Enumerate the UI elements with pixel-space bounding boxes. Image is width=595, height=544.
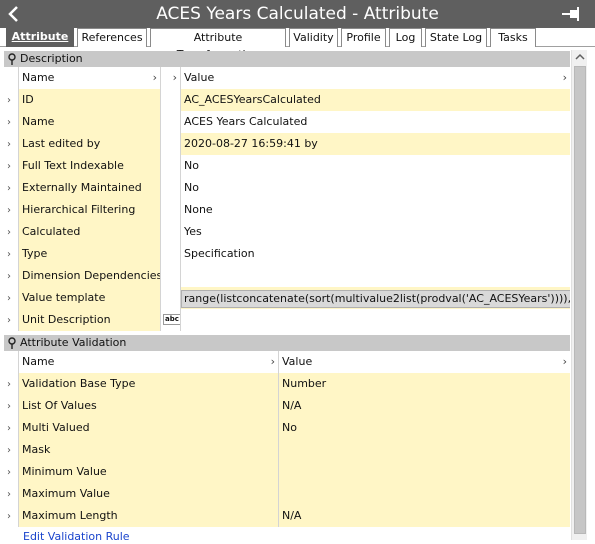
tab-attribute-transformation[interactable]: Attribute Transformation — [150, 28, 286, 61]
expand-icon[interactable]: › — [4, 133, 18, 155]
tab-validity[interactable]: Validity — [289, 28, 338, 47]
scrollbar-thumb[interactable] — [574, 66, 586, 534]
scroll-up-icon[interactable] — [572, 50, 588, 64]
tab-profile[interactable]: Profile — [341, 28, 386, 47]
table-row[interactable]: › ID AC_ACESYearsCalculated — [4, 89, 570, 111]
expand-icon[interactable]: › — [4, 395, 18, 417]
expand-icon[interactable]: › — [4, 243, 18, 265]
edit-validation-rule-link[interactable]: Edit Validation Rule — [23, 530, 130, 540]
table-row[interactable]: › Calculated Yes — [4, 221, 570, 243]
column-header-value[interactable]: Value › — [180, 67, 570, 89]
column-header-name[interactable]: Name › — [18, 351, 278, 373]
chevron-right-icon[interactable]: › — [563, 67, 567, 89]
expand-icon[interactable]: › — [4, 199, 18, 221]
pushpin-icon[interactable] — [7, 337, 17, 350]
validation-section-title: Attribute Validation — [20, 336, 127, 349]
column-header-type[interactable]: › — [160, 67, 180, 89]
expand-icon[interactable]: › — [4, 89, 18, 111]
tab-references[interactable]: References — [77, 28, 147, 47]
table-row[interactable]: › Externally Maintained No — [4, 177, 570, 199]
tab-tasks[interactable]: Tasks — [490, 28, 536, 47]
chevron-right-icon[interactable]: › — [271, 351, 275, 373]
expand-icon[interactable]: › — [4, 111, 18, 133]
expand-icon[interactable]: › — [4, 177, 18, 199]
pushpin-icon[interactable] — [7, 53, 17, 66]
expand-icon[interactable]: › — [4, 483, 18, 505]
table-row[interactable]: › Minimum Value — [4, 461, 570, 483]
table-row[interactable]: › Dimension Dependencies — [4, 265, 570, 287]
table-row[interactable]: › Multi Valued No — [4, 417, 570, 439]
window-title: ACES Years Calculated - Attribute — [156, 4, 439, 24]
tab-log[interactable]: Log — [389, 28, 422, 47]
chevron-right-icon[interactable]: › — [153, 67, 157, 89]
expand-icon[interactable]: › — [4, 373, 18, 395]
tab-attribute[interactable]: Attribute — [6, 27, 74, 47]
tab-bar: Attribute References Attribute Transform… — [0, 27, 595, 61]
table-row[interactable]: › Validation Base Type Number — [4, 373, 570, 395]
expand-icon[interactable]: › — [4, 265, 18, 287]
expand-icon[interactable]: › — [4, 155, 18, 177]
expand-icon[interactable]: › — [4, 287, 18, 309]
table-row[interactable]: › List Of Values N/A — [4, 395, 570, 417]
table-row[interactable]: › Hierarchical Filtering None — [4, 199, 570, 221]
table-row[interactable]: › Unit Description abc — [4, 309, 570, 331]
tab-state-log[interactable]: State Log — [425, 28, 487, 47]
text-type-icon: abc — [163, 314, 180, 325]
column-header-name[interactable]: Name › — [18, 67, 160, 89]
description-grid: Name › › Value › › ID AC_ACESYearsCalcul… — [4, 67, 570, 331]
validation-section-header[interactable]: Attribute Validation — [4, 335, 570, 351]
chevron-right-icon[interactable]: › — [173, 67, 177, 89]
expand-icon[interactable]: › — [4, 505, 18, 527]
table-row[interactable]: › Last edited by 2020-08-27 16:59:41 by — [4, 133, 570, 155]
attribute-panel: Description Name › › Value › › ID AC_ACE… — [4, 48, 570, 540]
table-row[interactable]: › Mask — [4, 439, 570, 461]
expand-icon[interactable]: › — [4, 221, 18, 243]
validation-grid: Name › Value › › Validation Base Type Nu… — [4, 351, 570, 527]
column-header-value[interactable]: Value › — [278, 351, 570, 373]
description-section-header[interactable]: Description — [4, 51, 570, 67]
chevron-right-icon[interactable]: › — [563, 351, 567, 373]
description-header-row: Name › › Value › — [4, 67, 570, 89]
table-row[interactable]: › Maximum Value — [4, 483, 570, 505]
validation-header-row: Name › Value › — [4, 351, 570, 373]
table-row[interactable]: › Value template range(listconcatenate(s… — [4, 287, 570, 309]
description-section-title: Description — [20, 52, 83, 65]
vertical-scrollbar[interactable] — [571, 50, 587, 540]
expand-icon[interactable]: › — [4, 417, 18, 439]
table-row[interactable]: › Name ACES Years Calculated — [4, 111, 570, 133]
expand-icon[interactable]: › — [4, 439, 18, 461]
expand-icon[interactable]: › — [4, 461, 18, 483]
table-row[interactable]: › Type Specification — [4, 243, 570, 265]
value-template-field[interactable]: range(listconcatenate(sort(multivalue2li… — [181, 290, 570, 308]
table-row[interactable]: › Maximum Length N/A — [4, 505, 570, 527]
title-bar: ACES Years Calculated - Attribute — [0, 0, 595, 28]
pin-icon[interactable] — [561, 6, 583, 22]
expand-icon[interactable]: › — [4, 309, 18, 331]
table-row[interactable]: › Full Text Indexable No — [4, 155, 570, 177]
